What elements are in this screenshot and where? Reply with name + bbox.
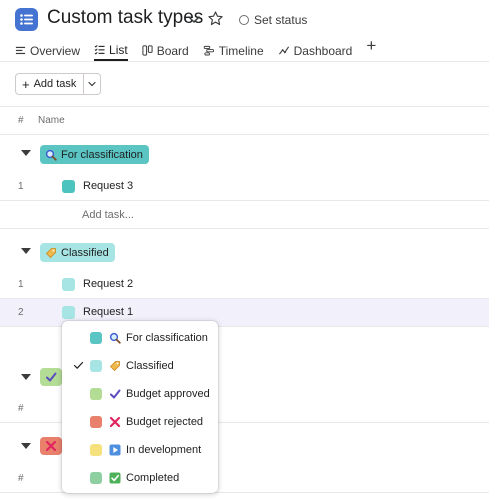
check-box-icon — [108, 471, 122, 485]
dropdown-item-completed[interactable]: Completed — [62, 464, 218, 492]
magnifier-icon — [108, 331, 122, 345]
project-header: Custom task types Set status Overview Li… — [0, 0, 489, 62]
project-tabs: Overview List Board Timeline Dashboard + — [15, 37, 376, 62]
dropdown-item-label: Completed — [126, 472, 180, 484]
dropdown-item-label: Budget rejected — [126, 416, 204, 428]
tab-list[interactable]: List — [94, 40, 128, 61]
section-type-pill[interactable]: Classified — [40, 243, 115, 262]
column-name-header[interactable]: Name — [38, 115, 65, 126]
task-row-number: # — [18, 403, 24, 414]
section-classified: Classified — [0, 234, 489, 271]
task-name[interactable]: Request 2 — [83, 278, 133, 290]
add-task-split-button: + Add task — [15, 73, 102, 95]
task-row-number: 1 — [18, 181, 24, 192]
section-label: For classification — [61, 148, 143, 161]
task-type-square-icon[interactable] — [62, 278, 75, 291]
task-row[interactable]: 1 Request 2 — [0, 271, 489, 299]
section-for-classification: For classification — [0, 136, 489, 173]
task-row-number: # — [18, 473, 24, 484]
section-type-pill[interactable] — [40, 437, 62, 455]
type-color-square — [90, 388, 102, 400]
dropdown-item-label: Classified — [126, 360, 174, 372]
timeline-icon — [203, 45, 214, 56]
task-name[interactable]: Request 3 — [83, 180, 133, 192]
cross-mark-icon — [45, 440, 57, 452]
task-row-number: 1 — [18, 279, 24, 290]
list-view-icon — [94, 44, 105, 55]
task-type-dropdown-menu: For classification Classified Budget app… — [62, 321, 218, 493]
play-button-icon — [108, 443, 122, 457]
task-row-number: 2 — [18, 307, 24, 318]
add-task-inline-label: Add task... — [82, 209, 134, 221]
task-type-square-icon[interactable] — [62, 306, 75, 319]
dropdown-item-budget-approved[interactable]: Budget approved — [62, 380, 218, 408]
list-column-header: # Name — [0, 106, 489, 135]
favorite-star-icon[interactable] — [207, 10, 224, 27]
set-status-button[interactable]: Set status — [239, 12, 307, 28]
tab-board[interactable]: Board — [142, 40, 189, 61]
type-color-square — [90, 332, 102, 344]
task-type-square-icon[interactable] — [62, 180, 75, 193]
tab-dashboard-label: Dashboard — [293, 43, 353, 58]
tab-overview[interactable]: Overview — [15, 40, 80, 61]
board-icon — [142, 45, 153, 56]
tab-list-label: List — [109, 42, 128, 57]
dashboard-icon — [278, 46, 289, 55]
tab-timeline-label: Timeline — [218, 43, 264, 58]
task-name[interactable]: Request 1 — [83, 306, 133, 318]
magnifier-icon — [45, 149, 57, 161]
tag-icon — [108, 359, 122, 373]
dropdown-item-classified[interactable]: Classified — [62, 352, 218, 380]
tab-overview-label: Overview — [30, 43, 81, 58]
status-circle-icon — [239, 15, 249, 25]
tab-dashboard[interactable]: Dashboard — [278, 40, 353, 61]
section-collapse-caret-icon[interactable] — [21, 248, 31, 254]
dropdown-item-label: Budget approved — [126, 388, 210, 400]
project-title[interactable]: Custom task types — [47, 7, 203, 29]
section-label: Classified — [61, 246, 109, 259]
add-task-chevron-down-icon[interactable] — [84, 74, 100, 94]
dropdown-item-in-development[interactable]: In development — [62, 436, 218, 464]
add-task-button[interactable]: + Add task — [16, 74, 85, 94]
tag-icon — [45, 247, 56, 258]
section-type-pill[interactable]: For classification — [40, 145, 149, 164]
section-collapse-caret-icon[interactable] — [21, 374, 31, 380]
dropdown-item-budget-rejected[interactable]: Budget rejected — [62, 408, 218, 436]
checkmark-icon — [46, 372, 57, 382]
column-number-header: # — [18, 115, 24, 126]
tab-timeline[interactable]: Timeline — [203, 40, 264, 61]
project-list-icon[interactable] — [15, 8, 38, 31]
section-collapse-caret-icon[interactable] — [21, 150, 31, 156]
type-color-square — [90, 444, 102, 456]
type-color-square — [90, 416, 102, 428]
type-color-square — [90, 360, 102, 372]
dropdown-item-for-classification[interactable]: For classification — [62, 324, 218, 352]
checkmark-icon — [108, 387, 122, 401]
add-task-inline-row[interactable]: Add task... — [0, 201, 489, 229]
tab-board-label: Board — [156, 43, 189, 58]
section-collapse-caret-icon[interactable] — [21, 443, 31, 449]
add-tab-plus-icon[interactable]: + — [366, 37, 376, 54]
selected-checkmark-icon — [73, 361, 84, 369]
section-type-pill[interactable] — [40, 368, 62, 386]
project-menu-chevron-down-icon[interactable] — [186, 11, 202, 27]
dropdown-item-label: For classification — [126, 332, 208, 344]
type-color-square — [90, 472, 102, 484]
cross-mark-icon — [108, 415, 122, 429]
dropdown-item-label: In development — [126, 444, 202, 456]
add-task-label: Add task — [33, 78, 77, 90]
overview-icon — [15, 46, 26, 55]
plus-icon: + — [22, 76, 30, 92]
task-row[interactable]: 1 Request 3 — [0, 173, 489, 201]
set-status-label: Set status — [254, 13, 308, 27]
